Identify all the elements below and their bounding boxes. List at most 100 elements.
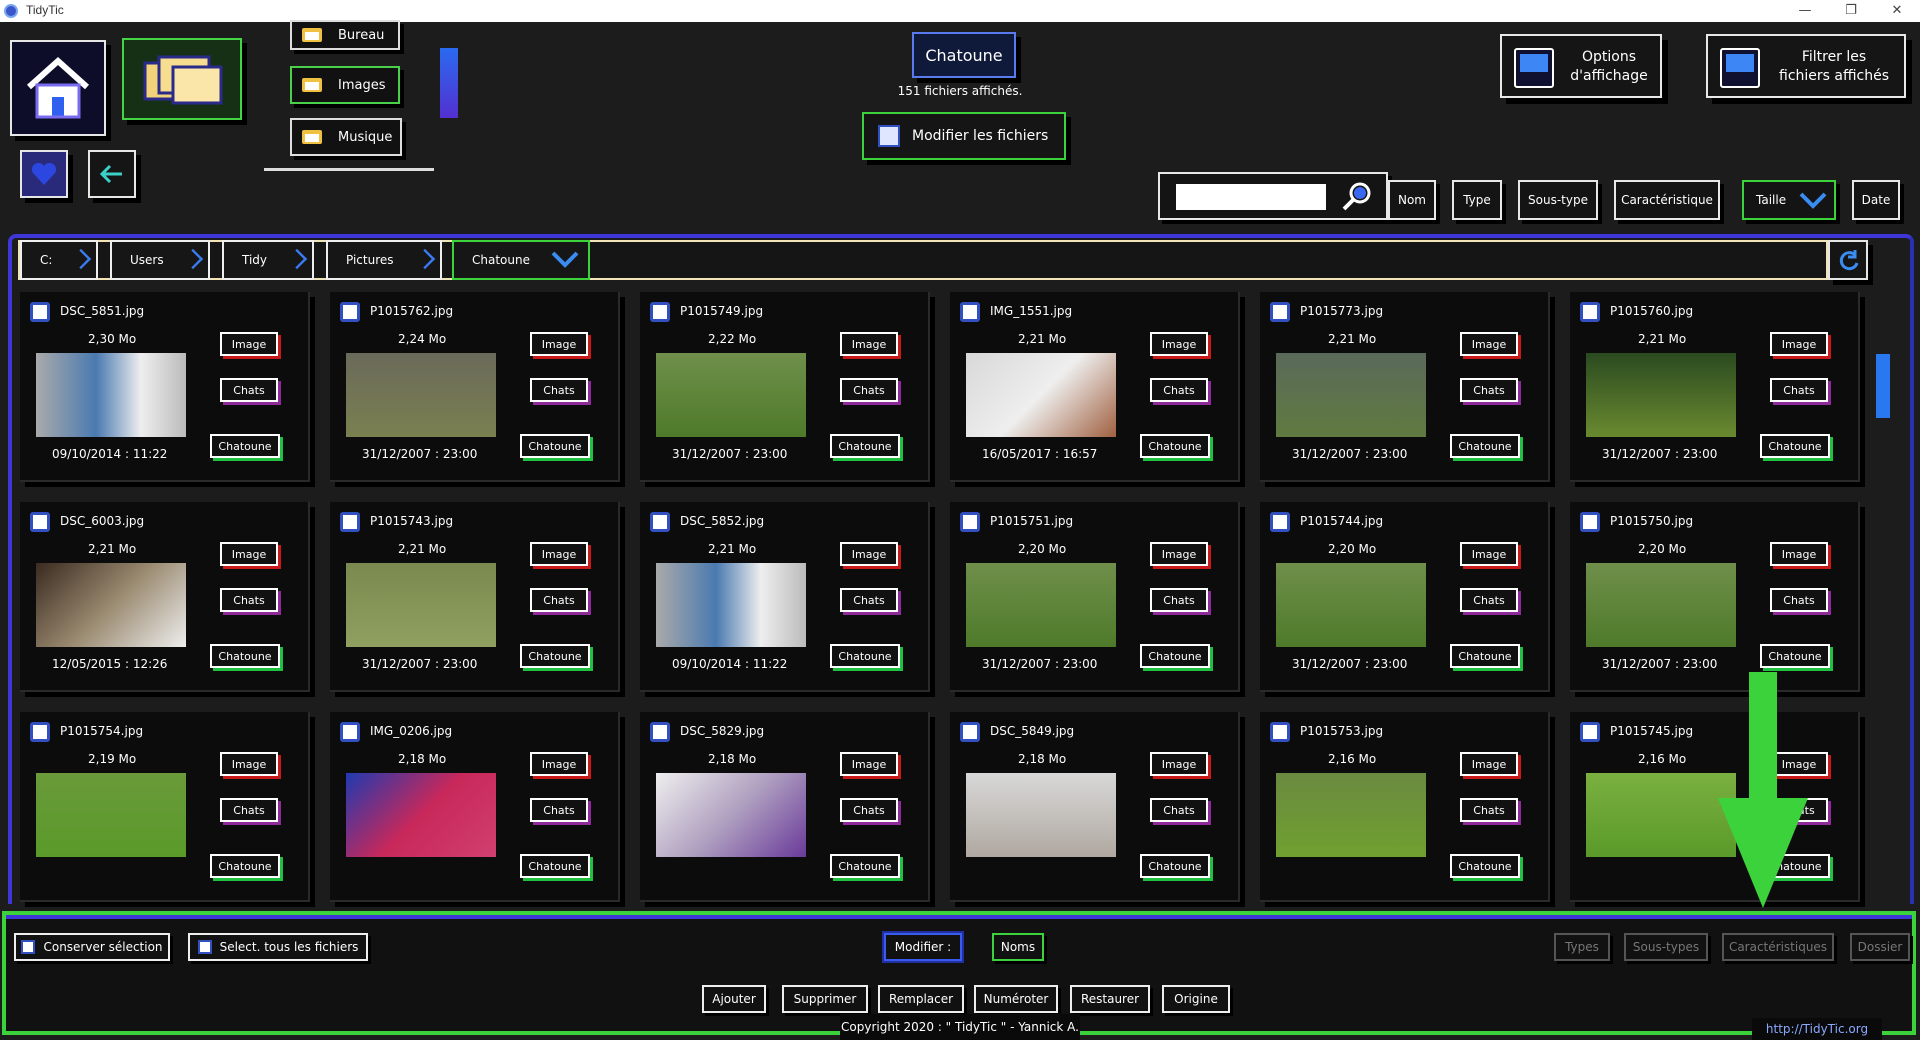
favorites-button[interactable] xyxy=(20,150,68,198)
file-card[interactable]: P1015762.jpg 2,24 Mo 31/12/2007 : 23:00 Ima… xyxy=(330,292,620,482)
type-tag[interactable]: Image xyxy=(530,332,588,356)
subtype-tag[interactable]: Chats xyxy=(840,588,898,612)
file-checkbox[interactable] xyxy=(30,512,50,532)
subtype-tag[interactable]: Chats xyxy=(1770,378,1828,402)
subtype-tag[interactable]: Chats xyxy=(220,378,278,402)
folder-shortcut-images[interactable]: Images xyxy=(290,66,400,104)
file-checkbox[interactable] xyxy=(1580,722,1600,742)
folder-tag[interactable]: Chatoune xyxy=(1450,434,1520,458)
sort-by-size[interactable]: Taille xyxy=(1742,180,1836,220)
file-card[interactable]: P1015744.jpg 2,20 Mo 31/12/2007 : 23:00 Ima… xyxy=(1260,502,1550,692)
file-card[interactable]: DSC_5829.jpg 2,18 Mo Image Chats Chatoune xyxy=(640,712,930,902)
breadcrumb-item[interactable]: Tidy xyxy=(222,240,314,280)
website-link[interactable]: http://TidyTic.org xyxy=(1752,1018,1882,1040)
home-button[interactable] xyxy=(10,40,106,136)
sort-by-characteristic[interactable]: Caractéristique xyxy=(1614,180,1720,220)
file-checkbox[interactable] xyxy=(340,722,360,742)
file-checkbox[interactable] xyxy=(340,302,360,322)
sort-by-type[interactable]: Type xyxy=(1452,180,1502,220)
subtype-tag[interactable]: Chats xyxy=(1150,378,1208,402)
folder-tag[interactable]: Chatoune xyxy=(1140,434,1210,458)
folder-tag[interactable]: Chatoune xyxy=(520,854,590,878)
type-tag[interactable]: Image xyxy=(530,752,588,776)
breadcrumb-item[interactable]: C: xyxy=(20,240,98,280)
file-card[interactable]: P1015750.jpg 2,20 Mo 31/12/2007 : 23:00 Ima… xyxy=(1570,502,1860,692)
number-button[interactable]: Numéroter xyxy=(974,985,1058,1013)
type-tag[interactable]: Image xyxy=(1460,542,1518,566)
folder-tag[interactable]: Chatoune xyxy=(1140,854,1210,878)
folder-tag[interactable]: Chatoune xyxy=(1140,644,1210,668)
file-checkbox[interactable] xyxy=(650,302,670,322)
subtype-tag[interactable]: Chats xyxy=(1460,588,1518,612)
display-options-button[interactable]: Options d'affichage xyxy=(1500,34,1662,98)
file-checkbox[interactable] xyxy=(1270,302,1290,322)
folder-tag[interactable]: Chatoune xyxy=(520,644,590,668)
select-all-button[interactable]: Select. tous les fichiers xyxy=(188,933,368,961)
type-tag[interactable]: Image xyxy=(220,542,278,566)
sort-by-subtype[interactable]: Sous-type xyxy=(1518,180,1598,220)
file-card[interactable]: P1015749.jpg 2,22 Mo 31/12/2007 : 23:00 Ima… xyxy=(640,292,930,482)
folder-tag[interactable]: Chatoune xyxy=(1760,644,1830,668)
file-checkbox[interactable] xyxy=(960,512,980,532)
filter-files-button[interactable]: Filtrer les fichiers affichés xyxy=(1706,34,1906,98)
grid-scrollbar[interactable] xyxy=(1876,354,1890,418)
file-checkbox[interactable] xyxy=(30,722,50,742)
add-button[interactable]: Ajouter xyxy=(702,985,766,1013)
subtype-tag[interactable]: Chats xyxy=(1460,798,1518,822)
type-tag[interactable]: Image xyxy=(220,752,278,776)
subtypes-toggle[interactable]: Sous-types xyxy=(1624,933,1708,961)
breadcrumb-item[interactable]: Pictures xyxy=(326,240,442,280)
subtype-tag[interactable]: Chats xyxy=(530,798,588,822)
maximize-button[interactable]: ❐ xyxy=(1828,0,1874,22)
characteristics-toggle[interactable]: Caractéristiques xyxy=(1722,933,1834,961)
file-card[interactable]: P1015751.jpg 2,20 Mo 31/12/2007 : 23:00 Ima… xyxy=(950,502,1240,692)
subtype-tag[interactable]: Chats xyxy=(1150,588,1208,612)
shortcuts-scrollbar[interactable] xyxy=(440,48,458,118)
file-card[interactable]: IMG_0206.jpg 2,18 Mo Image Chats Chatoune xyxy=(330,712,620,902)
folder-shortcut-musique[interactable]: Musique xyxy=(290,118,402,156)
folder-tag[interactable]: Chatoune xyxy=(830,434,900,458)
file-checkbox[interactable] xyxy=(650,722,670,742)
type-tag[interactable]: Image xyxy=(1150,752,1208,776)
minimize-button[interactable]: — xyxy=(1782,0,1828,22)
subtype-tag[interactable]: Chats xyxy=(220,588,278,612)
folder-tag[interactable]: Chatoune xyxy=(520,434,590,458)
subtype-tag[interactable]: Chats xyxy=(530,588,588,612)
type-tag[interactable]: Image xyxy=(1770,332,1828,356)
folder-tag[interactable]: Chatoune xyxy=(830,644,900,668)
subtype-tag[interactable]: Chats xyxy=(1150,798,1208,822)
sort-by-date[interactable]: Date xyxy=(1852,180,1900,220)
search-icon[interactable] xyxy=(1340,180,1374,214)
subtype-tag[interactable]: Chats xyxy=(1770,588,1828,612)
file-card[interactable]: P1015745.jpg2,16 MoImageChatsChatoune xyxy=(1570,712,1860,902)
type-tag[interactable]: Image xyxy=(1150,332,1208,356)
file-card[interactable]: DSC_6003.jpg 2,21 Mo 12/05/2015 : 12:26 Ima… xyxy=(20,502,310,692)
subtype-tag[interactable]: Chats xyxy=(220,798,278,822)
folder-shortcut-bureau[interactable]: Bureau xyxy=(290,20,400,50)
folder-tag[interactable]: Chatoune xyxy=(210,644,280,668)
file-checkbox[interactable] xyxy=(650,512,670,532)
file-card[interactable]: DSC_5852.jpg 2,21 Mo 09/10/2014 : 11:22 Ima… xyxy=(640,502,930,692)
type-tag[interactable]: Image xyxy=(1460,752,1518,776)
file-checkbox[interactable] xyxy=(1270,722,1290,742)
folder-toggle[interactable]: Dossier xyxy=(1850,933,1910,961)
origin-button[interactable]: Origine xyxy=(1162,985,1230,1013)
folder-tag[interactable]: Chatoune xyxy=(1450,854,1520,878)
search-input[interactable] xyxy=(1176,184,1326,210)
folders-view-button[interactable] xyxy=(122,38,242,120)
back-button[interactable] xyxy=(88,150,136,198)
type-tag[interactable]: Image xyxy=(220,332,278,356)
type-tag[interactable]: Image xyxy=(840,542,898,566)
type-tag[interactable]: Image xyxy=(840,752,898,776)
folder-tag[interactable]: Chatoune xyxy=(210,434,280,458)
file-card[interactable]: DSC_5849.jpg 2,18 Mo Image Chats Chatoune xyxy=(950,712,1240,902)
file-card[interactable]: P1015753.jpg 2,16 Mo Image Chats Chatoune xyxy=(1260,712,1550,902)
names-toggle[interactable]: Noms xyxy=(992,933,1044,961)
file-card[interactable]: P1015773.jpg 2,21 Mo 31/12/2007 : 23:00 Ima… xyxy=(1260,292,1550,482)
file-checkbox[interactable] xyxy=(1580,302,1600,322)
type-tag[interactable]: Image xyxy=(530,542,588,566)
subtype-tag[interactable]: Chats xyxy=(530,378,588,402)
type-tag[interactable]: Image xyxy=(1150,542,1208,566)
delete-button[interactable]: Supprimer xyxy=(782,985,868,1013)
breadcrumb-current[interactable]: Chatoune xyxy=(452,240,590,280)
